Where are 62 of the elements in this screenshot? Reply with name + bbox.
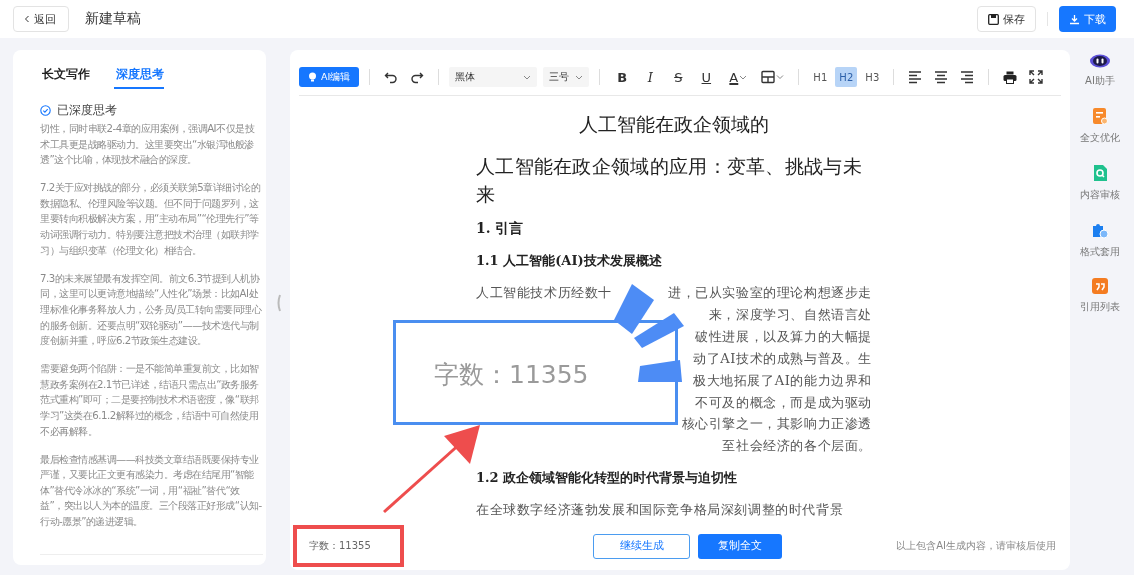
- paragraph-text: 核心引擎之一，其影响力正渗透: [681, 415, 872, 434]
- sidebar-tool[interactable]: 内容审核: [1080, 164, 1120, 202]
- magnified-text: 字数：11355: [434, 359, 589, 391]
- thinking-paragraph: 需要避免两个陷阱：一是不能简单重复前文，比如智慧政务案例在2.1节已详述，结语只需点出“政务服务范式重构”即可；二是要控制技术术语密度，像“联邦学习”这类在6.1.2解释过的概念，结语中可自然使用不必再解释。: [40, 362, 260, 439]
- chevron-down-icon: [523, 74, 532, 80]
- paragraph-text: 动了AI技术的成熟与普及。生: [693, 349, 872, 368]
- page-title: 新建草稿: [85, 10, 141, 28]
- document-heading: 人工智能在政企领域的应用：变革、挑战与未来: [476, 154, 863, 207]
- word-count: 字数：11355: [309, 539, 372, 553]
- save-button[interactable]: 保存: [977, 6, 1036, 32]
- tab[interactable]: 深度思考: [114, 66, 164, 89]
- thinking-paragraph: 7.3的未来展望最有发挥空间。前文6.3节提到人机协同，这里可以更诗意地描绘“人性化”场景：比如AI处理标准化事务释放人力，公务员/员工转向需要同理心的服务创新。还要点明“双轮驱动”——技术迭代与制度创新并重，呼应6.2节政策生态建设。: [40, 271, 263, 349]
- subsection-heading: 1.2 政企领域智能化转型的时代背景与迫切性: [476, 469, 739, 488]
- robot-icon: [1089, 54, 1111, 68]
- sidebar-tool[interactable]: AI助手: [1085, 54, 1115, 88]
- document-title: 人工智能在政企领域的: [578, 112, 770, 137]
- thinking-paragraph: 最后检查情感基调——科技类文章结语既要保持专业严谨，又要比正文更有感染力。考虑在结尾用“智能体”替代冷冰冰的“系统”一词，用“福祉”替代“效益”，突出以人为本的温度。三个段落正好形成“认知-行动-愿景”的递进逻辑。: [40, 452, 263, 530]
- paragraph-text: 不可及的概念，而是成为驱动: [695, 393, 872, 412]
- subsection-heading: 1.1 人工智能(AI)技术发展概述: [476, 252, 663, 270]
- thinking-paragraph: 切性，同时串联2-4章的应用案例，强调AI不仅是技术工具更是战略驱动力。这里要突出“水银泻地般渗透”这个比喻，体现技术融合的深度。: [40, 122, 256, 168]
- paragraph-text: 进，已从实验室的理论构想逐步走: [668, 284, 872, 302]
- strike-button[interactable]: S: [666, 66, 691, 88]
- paragraph-text: 人工智能技术历经数十: [476, 284, 612, 302]
- paragraph-text: 来，深度学习、自然语言处: [708, 305, 872, 324]
- paragraph-text: 至社会经济的各个层面。: [722, 437, 872, 456]
- tab[interactable]: 长文写作: [40, 66, 90, 89]
- save-icon: [988, 13, 999, 25]
- heading-button[interactable]: H2: [835, 67, 858, 87]
- underline-button[interactable]: U: [694, 66, 719, 88]
- quote-icon: [1092, 278, 1108, 294]
- bulb-icon: [308, 72, 317, 82]
- italic-button[interactable]: I: [638, 66, 663, 88]
- status-label: 已深度思考: [57, 103, 117, 118]
- back-button[interactable]: 返回: [13, 6, 69, 32]
- puzzle-icon: [1091, 221, 1109, 239]
- chevron-down-icon: [739, 74, 748, 80]
- collapse-handle-icon[interactable]: [275, 293, 281, 312]
- copy-button[interactable]: 复制全文: [698, 533, 782, 559]
- heading-button[interactable]: H1: [809, 67, 832, 87]
- paragraph-text: 在全球数字经济蓬勃发展和国际竞争格局深刻调整的时代背景: [476, 501, 844, 520]
- thinking-paragraph: 7.2关于应对挑战的部分，必须关联第5章详细讨论的数据隐私、伦理风险等议题。但不同于问题罗列，这里要转向积极解决方案，用“主动布局”“伦理先行”等动词强调行动力。特别要注意把技术治理（如联邦学习）与组织变革（伦理文化）相结合。: [40, 181, 262, 258]
- sidebar-tool[interactable]: 引用列表: [1080, 278, 1120, 314]
- ai-notice: 以上包含AI生成内容，请审核后使用: [896, 539, 1056, 553]
- font-select[interactable]: 黑体: [449, 67, 538, 87]
- download-button[interactable]: 下载: [1059, 6, 1116, 32]
- sidebar-tool[interactable]: 格式套用: [1080, 221, 1120, 259]
- continue-button[interactable]: 继续生成: [593, 533, 690, 559]
- search-document-icon: [1092, 164, 1108, 182]
- download-icon: [1069, 13, 1080, 25]
- paragraph-text: 极大地拓展了AI的能力边界和: [693, 371, 872, 390]
- chevron-down-icon: [575, 74, 584, 80]
- bold-button[interactable]: B: [610, 66, 635, 88]
- ai-edit-button[interactable]: AI编辑: [299, 67, 360, 87]
- color-button[interactable]: A: [722, 66, 755, 88]
- heading-button[interactable]: H3: [861, 67, 884, 87]
- sidebar-tool[interactable]: 全文优化: [1080, 107, 1120, 145]
- section-heading: 1. 引言: [476, 220, 525, 238]
- size-select[interactable]: 三号: [543, 67, 590, 87]
- check-circle-icon: [40, 105, 51, 116]
- document-icon: [1092, 107, 1108, 125]
- chevron-left-icon: [24, 15, 30, 23]
- paragraph-text: 破性进展，以及算力的大幅提: [695, 327, 872, 346]
